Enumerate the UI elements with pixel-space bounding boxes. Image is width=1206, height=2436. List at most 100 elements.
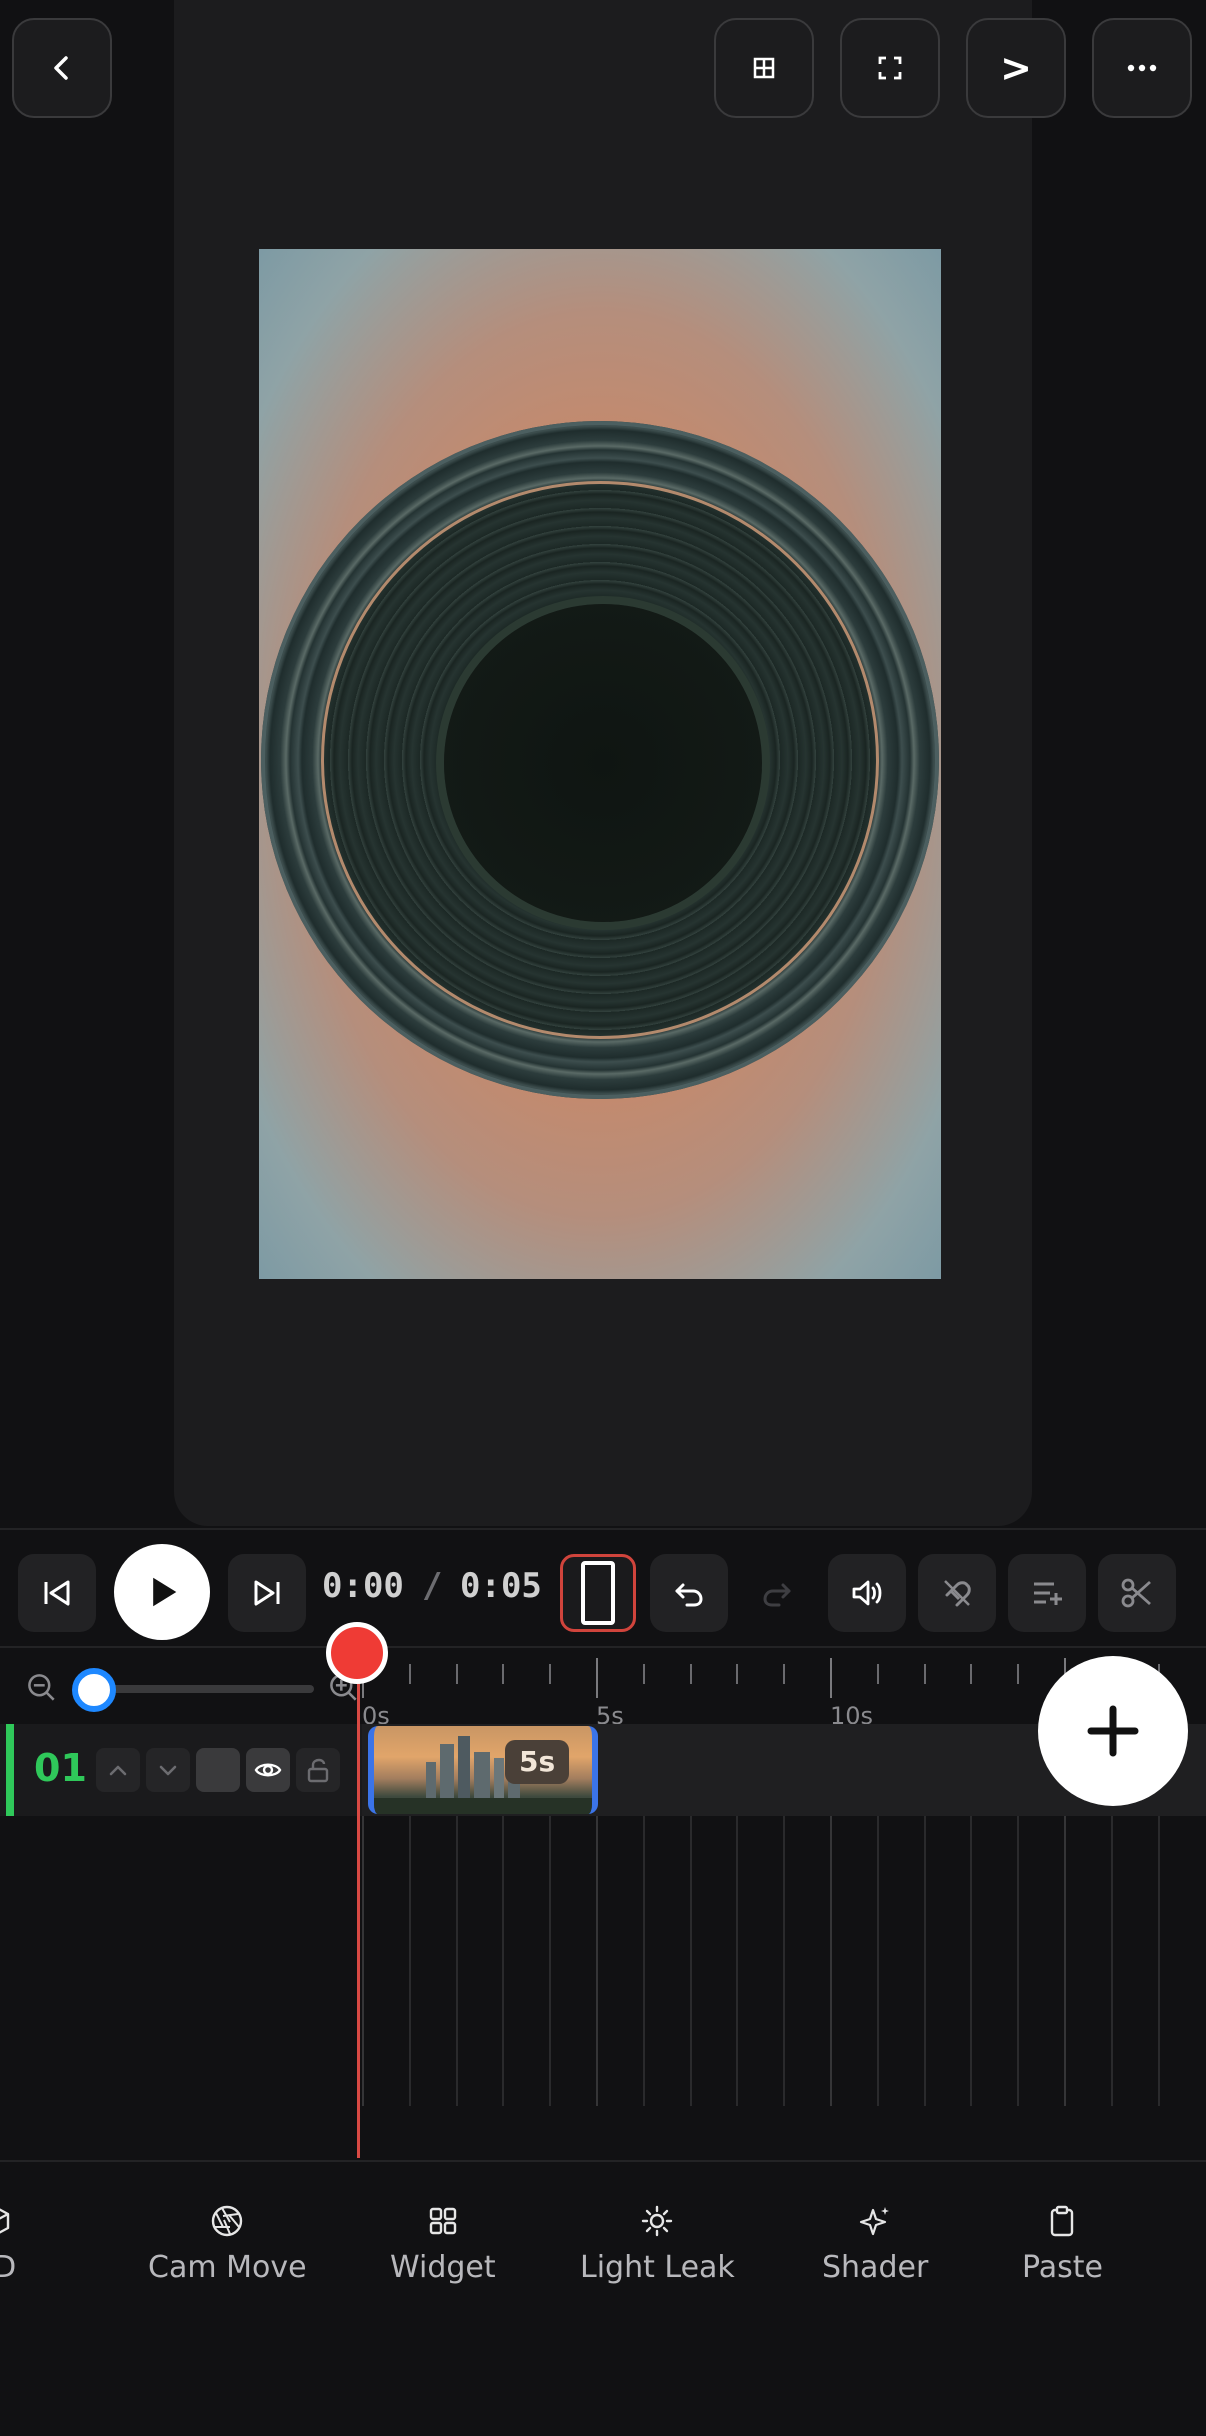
tool-light-leak-label: Light Leak [580, 2250, 735, 2285]
sparkle-icon [860, 2207, 890, 2236]
track-visibility-button[interactable] [246, 1748, 290, 1792]
tool-paste[interactable]: Paste [1022, 2204, 1103, 2285]
chevron-left-icon [54, 56, 68, 80]
ruler-tick [1017, 1664, 1019, 1684]
ruler-tick [736, 1664, 738, 1684]
eye-icon [254, 1763, 282, 1777]
track-color-swatch[interactable] [196, 1748, 240, 1792]
cube-icon [0, 2208, 10, 2234]
grid-line [409, 1816, 411, 2106]
playhead-handle[interactable] [326, 1622, 388, 1684]
tool-light-leak[interactable]: Light Leak [580, 2204, 735, 2285]
unlock-icon [307, 1758, 329, 1783]
grid-line [596, 1816, 598, 2106]
volume-icon [852, 1580, 882, 1606]
plus-icon [1087, 1705, 1139, 1757]
clip-thumb-ground [374, 1798, 592, 1814]
ruler-tick [596, 1658, 598, 1698]
ruler-tick [409, 1664, 411, 1684]
timeline-grid [362, 1816, 1206, 2106]
grid-line [502, 1816, 504, 2106]
tool-cam-move-label: Cam Move [148, 2250, 307, 2285]
ruler-tick [877, 1664, 879, 1684]
clip-thumb-shape [494, 1758, 504, 1802]
grid-line [783, 1816, 785, 2106]
clip-thumb-shape [474, 1752, 490, 1802]
add-element-button[interactable] [1038, 1656, 1188, 1806]
undo-icon [675, 1583, 703, 1607]
track-lock-button[interactable] [296, 1748, 340, 1792]
clip-thumb-shape [440, 1744, 454, 1802]
snap-button[interactable] [918, 1554, 996, 1632]
split-button[interactable] [1098, 1554, 1176, 1632]
ruler-tick [783, 1664, 785, 1684]
chevron-up-icon [109, 1765, 127, 1776]
ruler-tick [970, 1664, 972, 1684]
ruler-tick [456, 1664, 458, 1684]
total-time: 0:05 [460, 1566, 542, 1606]
grid-line [1017, 1816, 1019, 2106]
grid-line [830, 1816, 832, 2106]
next-label: > [1000, 46, 1032, 90]
zoom-slider-knob[interactable] [72, 1668, 116, 1712]
grid-line [970, 1816, 972, 2106]
tool-cam-move[interactable]: Cam Move [148, 2204, 307, 2285]
aspect-ratio-button[interactable] [560, 1554, 636, 1632]
zoom-slider-track[interactable] [96, 1685, 314, 1693]
preview-ring-outer [261, 421, 939, 1099]
fullscreen-button[interactable] [840, 18, 940, 118]
grid-line [924, 1816, 926, 2106]
grid-icon [753, 57, 775, 79]
ruler-tick [549, 1664, 551, 1684]
tool-shader[interactable]: Shader [822, 2204, 928, 2285]
grid-line [690, 1816, 692, 2106]
tool-shader-label: Shader [822, 2250, 929, 2285]
track-number: 01 [34, 1746, 87, 1790]
list-add-icon [1034, 1582, 1062, 1605]
fullscreen-icon [878, 56, 902, 80]
grid-line [549, 1816, 551, 2106]
skip-to-start-button[interactable] [18, 1554, 96, 1632]
tool-3d[interactable]: 3D [0, 2204, 16, 2285]
tool-widget[interactable]: Widget [390, 2204, 496, 2285]
skip-to-end-button[interactable] [228, 1554, 306, 1632]
video-preview-frame[interactable] [259, 249, 941, 1279]
chevron-down-icon [159, 1765, 177, 1776]
redo-button[interactable] [738, 1554, 816, 1632]
bottom-toolbar: 3D Cam Move Widget Light Leak Shader Pas… [0, 2160, 1206, 2436]
play-button[interactable] [114, 1544, 210, 1640]
tool-widget-label: Widget [390, 2250, 496, 2285]
tool-paste-label: Paste [1022, 2250, 1103, 2285]
transport-bar: 0:00 / 0:05 [0, 1528, 1206, 1648]
add-track-button[interactable] [1008, 1554, 1086, 1632]
time-separator: / [422, 1566, 443, 1606]
magnet-off-icon [944, 1580, 971, 1607]
play-icon [153, 1577, 177, 1607]
tool-3d-label: 3D [0, 2250, 17, 2285]
preview-ring-mid [321, 481, 879, 1039]
zoom-out-icon[interactable] [24, 1670, 60, 1706]
volume-button[interactable] [828, 1554, 906, 1632]
back-button[interactable] [12, 18, 112, 118]
skip-back-icon [44, 1580, 70, 1606]
move-track-down-button[interactable] [146, 1748, 190, 1792]
grid-line [1158, 1816, 1160, 2106]
current-time: 0:00 [322, 1566, 404, 1606]
ruler-tick [830, 1658, 832, 1698]
redo-icon [763, 1583, 791, 1607]
grid-line [1111, 1816, 1113, 2106]
ruler-tick [690, 1664, 692, 1684]
ellipsis-icon [1127, 64, 1157, 72]
move-track-up-button[interactable] [96, 1748, 140, 1792]
grid-button[interactable] [714, 18, 814, 118]
more-button[interactable] [1092, 18, 1192, 118]
clip-duration-badge: 5s [505, 1740, 570, 1784]
ruler-tick [643, 1664, 645, 1684]
aperture-icon [212, 2205, 243, 2237]
widget-grid-icon [429, 2207, 457, 2235]
preview-ring-inner [444, 604, 762, 922]
undo-button[interactable] [650, 1554, 728, 1632]
clip-thumb-shape [458, 1736, 470, 1802]
scissors-icon [1121, 1578, 1151, 1608]
next-button[interactable]: > [966, 18, 1066, 118]
